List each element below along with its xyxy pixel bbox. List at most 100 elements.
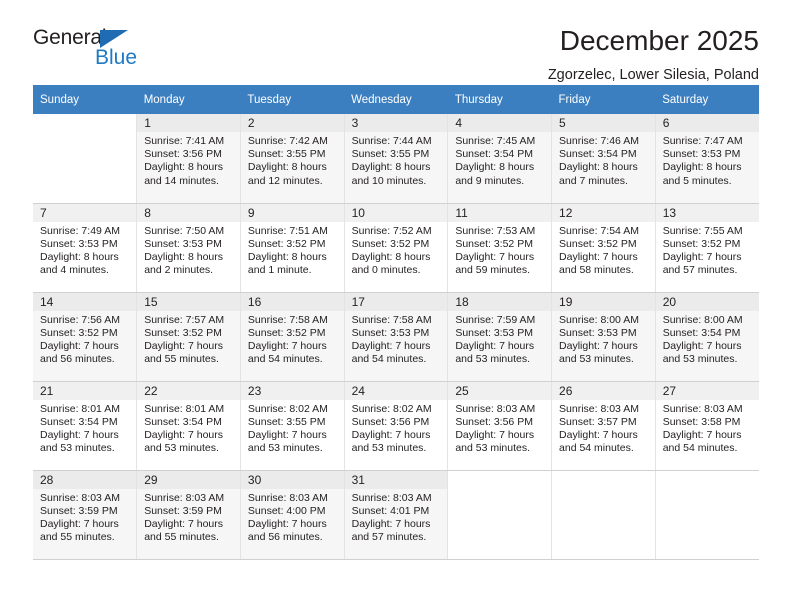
daylight-text-line2: and 53 minutes.: [455, 442, 531, 455]
daylight-text-line2: and 56 minutes.: [40, 353, 115, 366]
day-number: [33, 114, 136, 132]
daylight-text-line2: and 14 minutes.: [144, 174, 219, 187]
daylight-text-line1: Daylight: 8 hours: [144, 250, 223, 263]
day-cell[interactable]: 22 Sunrise: 8:01 AM Sunset: 3:54 PM Dayl…: [136, 381, 241, 471]
day-number: 3: [344, 114, 448, 132]
day-number: [448, 471, 551, 489]
day-cell[interactable]: 14 Sunrise: 7:56 AM Sunset: 3:52 PM Dayl…: [33, 292, 138, 382]
day-cell[interactable]: 16 Sunrise: 7:58 AM Sunset: 3:52 PM Dayl…: [240, 292, 345, 382]
day-cell[interactable]: 13 Sunrise: 7:55 AM Sunset: 3:52 PM Dayl…: [655, 203, 759, 293]
day-cell[interactable]: 17 Sunrise: 7:58 AM Sunset: 3:53 PM Dayl…: [344, 292, 449, 382]
daylight-text-line2: and 54 minutes.: [351, 353, 427, 366]
day-cell[interactable]: 2 Sunrise: 7:42 AM Sunset: 3:55 PM Dayli…: [240, 114, 345, 204]
day-number: 8: [137, 203, 240, 222]
day-cell[interactable]: 12 Sunrise: 7:54 AM Sunset: 3:52 PM Dayl…: [551, 203, 656, 293]
day-cell[interactable]: 18 Sunrise: 7:59 AM Sunset: 3:53 PM Dayl…: [447, 292, 553, 382]
general-blue-logo[interactable]: General Blue: [33, 26, 193, 76]
daylight-text-line2: and 57 minutes.: [351, 531, 427, 544]
day-info: Sunrise: 8:03 AM Sunset: 4:00 PM Dayligh…: [241, 489, 344, 545]
weekday-header-saturday: Saturday: [655, 85, 759, 114]
day-info: Sunrise: 7:58 AM Sunset: 3:52 PM Dayligh…: [241, 311, 344, 367]
day-cell[interactable]: 28 Sunrise: 8:03 AM Sunset: 3:59 PM Dayl…: [33, 470, 138, 560]
day-cell[interactable]: 29 Sunrise: 8:03 AM Sunset: 3:59 PM Dayl…: [136, 470, 241, 560]
sunset-text: Sunset: 3:56 PM: [455, 415, 533, 428]
day-cell[interactable]: 5 Sunrise: 7:46 AM Sunset: 3:54 PM Dayli…: [551, 114, 656, 204]
day-cell[interactable]: 27 Sunrise: 8:03 AM Sunset: 3:58 PM Dayl…: [655, 381, 759, 471]
day-cell[interactable]: 21 Sunrise: 8:01 AM Sunset: 3:54 PM Dayl…: [33, 381, 138, 471]
calendar-week-row: 1 Sunrise: 7:41 AM Sunset: 3:56 PM Dayli…: [33, 114, 759, 204]
day-cell[interactable]: 31 Sunrise: 8:03 AM Sunset: 4:01 PM Dayl…: [344, 470, 449, 560]
day-cell[interactable]: 11 Sunrise: 7:53 AM Sunset: 3:52 PM Dayl…: [447, 203, 553, 293]
sunset-text: Sunset: 3:52 PM: [247, 326, 326, 339]
daylight-text-line2: and 54 minutes.: [559, 442, 634, 455]
daylight-text-line1: Daylight: 7 hours: [247, 428, 327, 441]
sunrise-sunset-calendar: Sunday Monday Tuesday Wednesday Thursday…: [33, 85, 759, 560]
daylight-text-line1: Daylight: 8 hours: [351, 250, 431, 263]
day-info: Sunrise: 7:44 AM Sunset: 3:55 PM Dayligh…: [345, 132, 448, 188]
weekday-header-tuesday: Tuesday: [240, 85, 345, 114]
day-info: Sunrise: 7:52 AM Sunset: 3:52 PM Dayligh…: [345, 222, 448, 278]
day-cell[interactable]: 20 Sunrise: 8:00 AM Sunset: 3:54 PM Dayl…: [655, 292, 759, 382]
sunset-text: Sunset: 3:54 PM: [40, 415, 118, 428]
day-cell[interactable]: 10 Sunrise: 7:52 AM Sunset: 3:52 PM Dayl…: [344, 203, 449, 293]
day-cell[interactable]: 3 Sunrise: 7:44 AM Sunset: 3:55 PM Dayli…: [344, 114, 449, 204]
day-number: 29: [137, 470, 240, 489]
day-info: Sunrise: 7:54 AM Sunset: 3:52 PM Dayligh…: [552, 222, 655, 278]
daylight-text-line2: and 2 minutes.: [144, 264, 214, 277]
daylight-text-line1: Daylight: 7 hours: [144, 517, 223, 530]
calendar-page: General Blue December 2025 Zgorzelec, Lo…: [0, 0, 792, 612]
daylight-text-line1: Daylight: 7 hours: [662, 250, 742, 263]
page-subtitle: Zgorzelec, Lower Silesia, Poland: [547, 67, 759, 83]
daylight-text-line2: and 0 minutes.: [351, 264, 421, 277]
sunset-text: Sunset: 3:57 PM: [559, 415, 637, 428]
day-number: [656, 471, 759, 489]
day-cell[interactable]: 8 Sunrise: 7:50 AM Sunset: 3:53 PM Dayli…: [136, 203, 241, 293]
weekday-header-thursday: Thursday: [447, 85, 552, 114]
daylight-text-line1: Daylight: 8 hours: [455, 161, 535, 174]
day-number: 12: [552, 203, 655, 222]
day-cell[interactable]: 9 Sunrise: 7:51 AM Sunset: 3:52 PM Dayli…: [240, 203, 345, 293]
daylight-text-line1: Daylight: 7 hours: [351, 517, 431, 530]
daylight-text-line2: and 55 minutes.: [40, 531, 115, 544]
day-info: Sunrise: 8:01 AM Sunset: 3:54 PM Dayligh…: [137, 400, 240, 456]
daylight-text-line1: Daylight: 7 hours: [351, 428, 431, 441]
day-cell[interactable]: 7 Sunrise: 7:49 AM Sunset: 3:53 PM Dayli…: [33, 203, 138, 293]
day-info: Sunrise: 7:41 AM Sunset: 3:56 PM Dayligh…: [137, 132, 240, 188]
daylight-text-line1: Daylight: 7 hours: [40, 428, 119, 441]
daylight-text-line1: Daylight: 7 hours: [247, 339, 327, 352]
day-info: Sunrise: 7:49 AM Sunset: 3:53 PM Dayligh…: [33, 222, 136, 278]
day-cell[interactable]: 4 Sunrise: 7:45 AM Sunset: 3:54 PM Dayli…: [447, 114, 553, 204]
daylight-text-line2: and 53 minutes.: [351, 442, 427, 455]
day-info: Sunrise: 8:03 AM Sunset: 3:59 PM Dayligh…: [33, 489, 136, 545]
day-cell[interactable]: 26 Sunrise: 8:03 AM Sunset: 3:57 PM Dayl…: [551, 381, 656, 471]
sunrise-text: Sunrise: 8:02 AM: [351, 402, 432, 415]
day-cell[interactable]: 1 Sunrise: 7:41 AM Sunset: 3:56 PM Dayli…: [136, 114, 241, 204]
day-cell[interactable]: 19 Sunrise: 8:00 AM Sunset: 3:53 PM Dayl…: [551, 292, 656, 382]
sunrise-text: Sunrise: 7:47 AM: [662, 135, 743, 147]
day-number: 4: [448, 114, 552, 132]
day-cell[interactable]: 25 Sunrise: 8:03 AM Sunset: 3:56 PM Dayl…: [447, 381, 553, 471]
daylight-text-line2: and 53 minutes.: [559, 353, 634, 366]
sunrise-text: Sunrise: 7:54 AM: [559, 224, 639, 237]
day-cell[interactable]: 30 Sunrise: 8:03 AM Sunset: 4:00 PM Dayl…: [240, 470, 345, 560]
day-cell[interactable]: 15 Sunrise: 7:57 AM Sunset: 3:52 PM Dayl…: [136, 292, 241, 382]
daylight-text-line1: Daylight: 8 hours: [144, 161, 223, 174]
day-number: 6: [655, 114, 759, 132]
sunset-text: Sunset: 3:52 PM: [40, 326, 118, 339]
day-number: 11: [448, 203, 552, 222]
day-number: 28: [33, 470, 137, 489]
daylight-text-line2: and 10 minutes.: [351, 174, 427, 187]
sunrise-text: Sunrise: 7:42 AM: [247, 135, 328, 147]
day-cell-empty: [655, 470, 759, 560]
day-cell[interactable]: 6 Sunrise: 7:47 AM Sunset: 3:53 PM Dayli…: [655, 114, 759, 204]
sunrise-text: Sunrise: 7:53 AM: [455, 224, 536, 237]
day-cell[interactable]: 24 Sunrise: 8:02 AM Sunset: 3:56 PM Dayl…: [344, 381, 449, 471]
day-info: Sunrise: 8:03 AM Sunset: 3:56 PM Dayligh…: [448, 400, 551, 456]
sunrise-text: Sunrise: 8:03 AM: [351, 491, 432, 504]
logo-text-blue: Blue: [95, 46, 138, 69]
day-info: Sunrise: 7:56 AM Sunset: 3:52 PM Dayligh…: [33, 311, 136, 367]
day-cell[interactable]: 23 Sunrise: 8:02 AM Sunset: 3:55 PM Dayl…: [240, 381, 345, 471]
daylight-text-line2: and 54 minutes.: [247, 353, 323, 366]
day-info: Sunrise: 7:51 AM Sunset: 3:52 PM Dayligh…: [241, 222, 344, 278]
day-info: Sunrise: 8:03 AM Sunset: 3:58 PM Dayligh…: [656, 400, 759, 456]
